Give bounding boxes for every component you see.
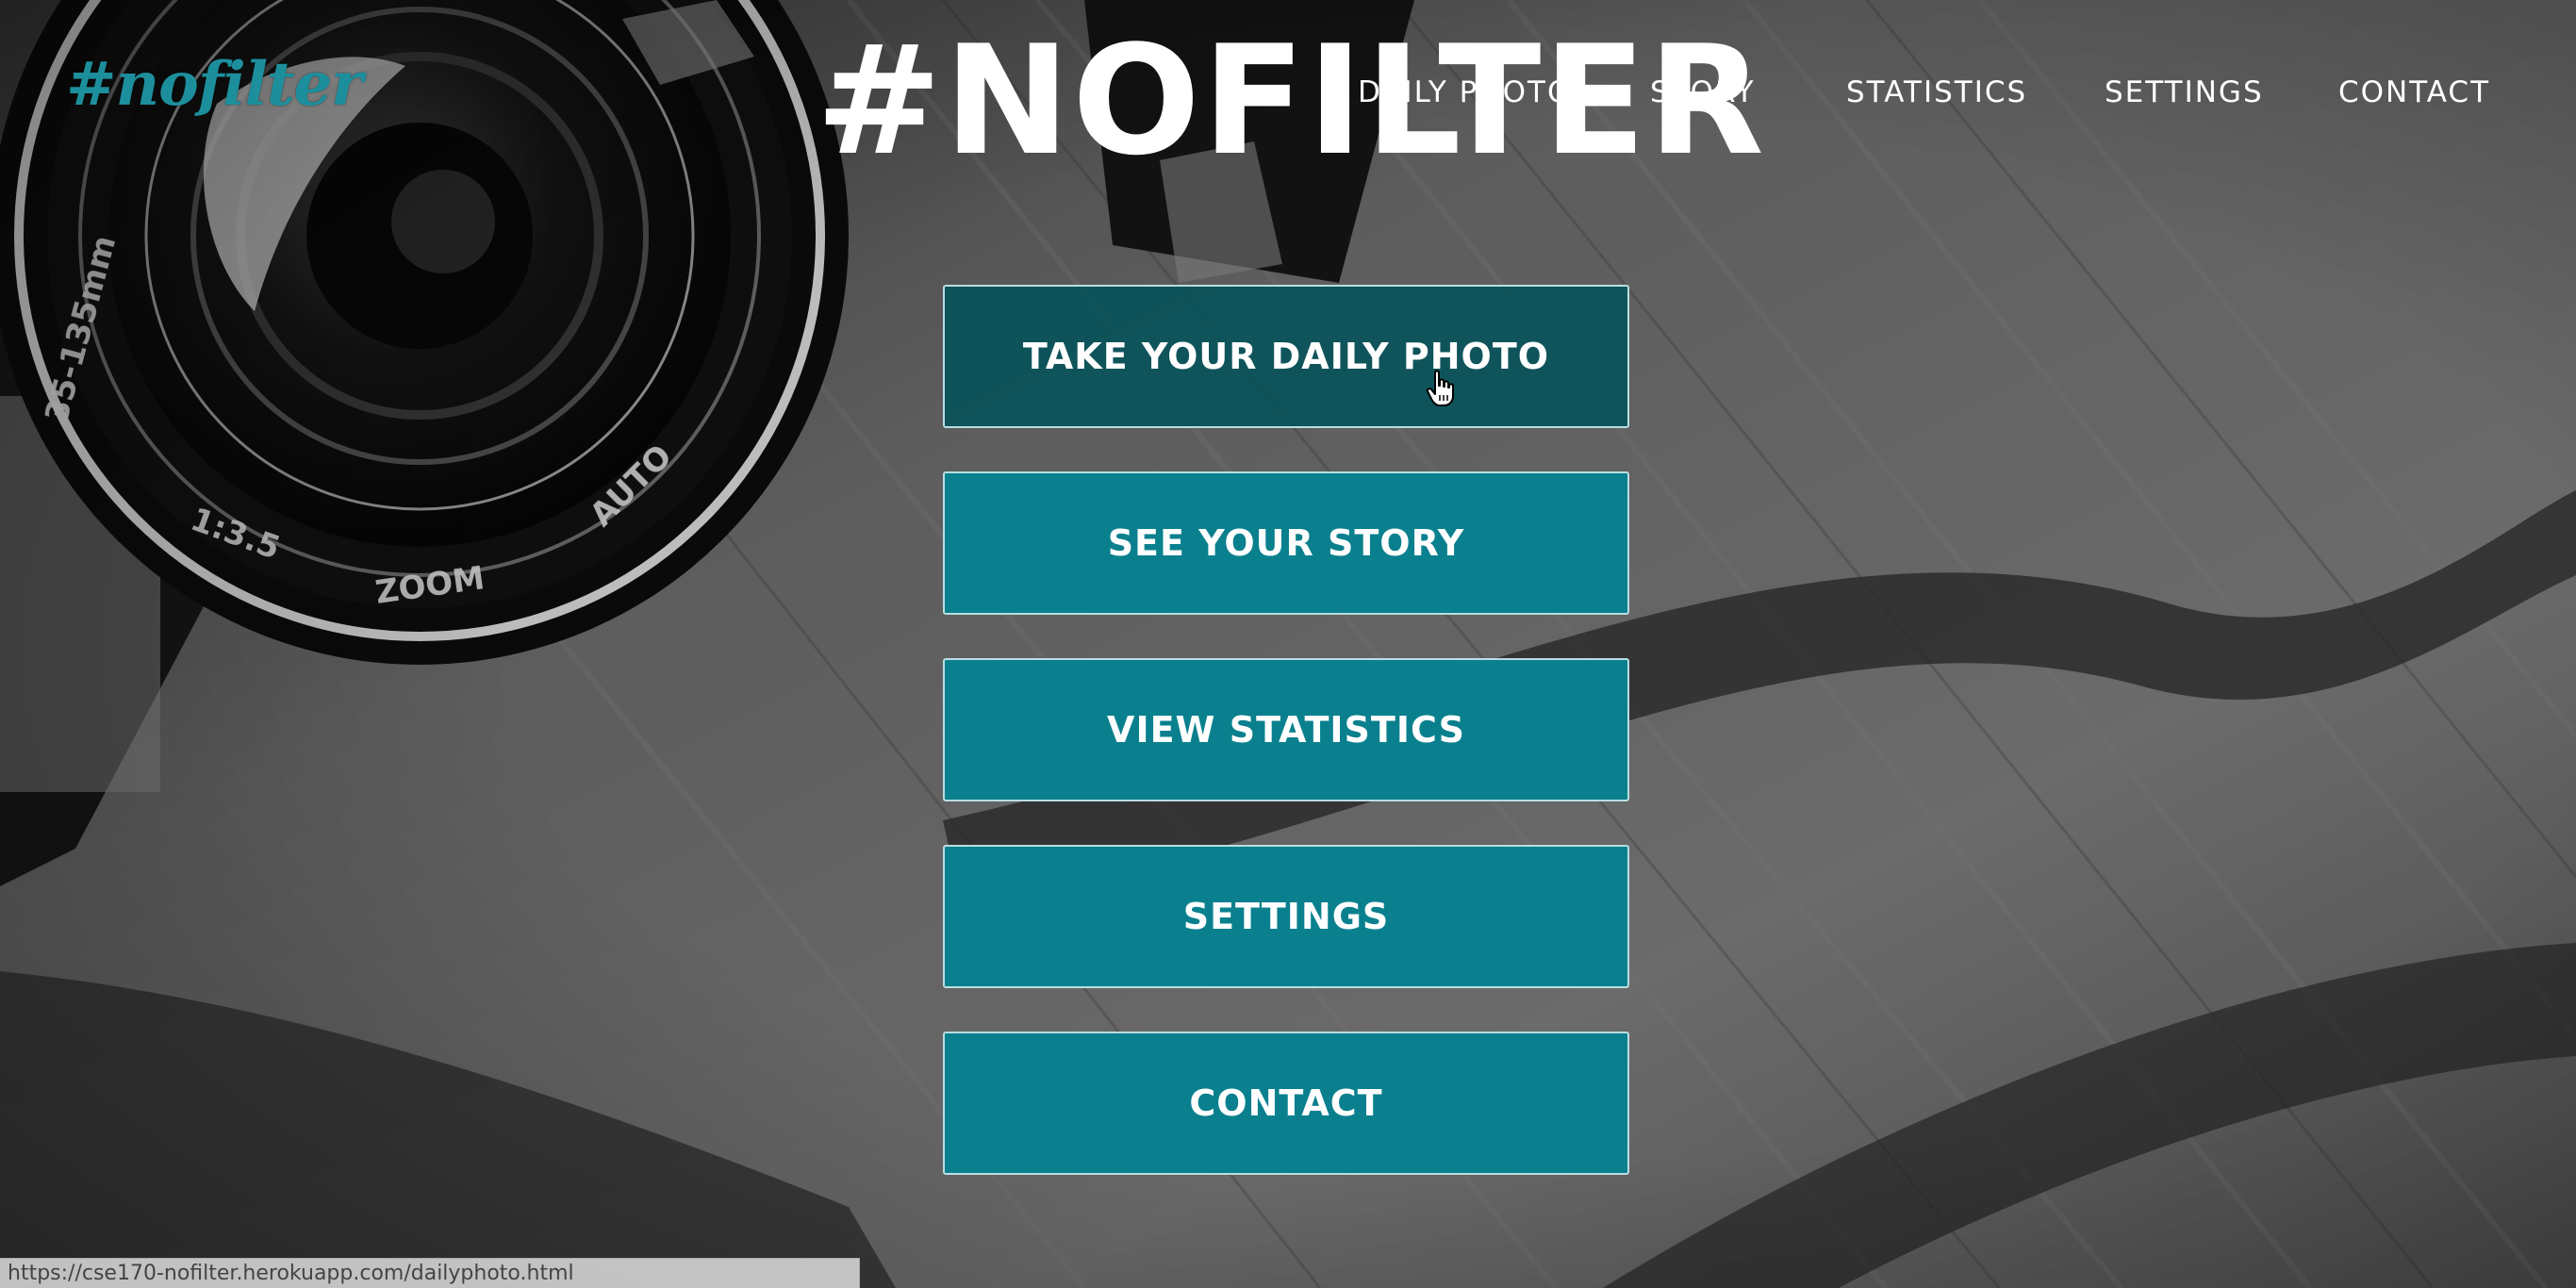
nav-contact[interactable]: CONTACT <box>2338 72 2490 113</box>
browser-status-bar: https://cse170-nofilter.herokuapp.com/da… <box>0 1258 860 1288</box>
contact-button[interactable]: CONTACT <box>943 1032 1629 1175</box>
main-menu: TAKE YOUR DAILY PHOTO SEE YOUR STORY VIE… <box>943 285 1629 1218</box>
take-daily-photo-button[interactable]: TAKE YOUR DAILY PHOTO <box>943 285 1629 428</box>
page-title: #NOFILTER <box>816 12 1766 189</box>
see-story-button[interactable]: SEE YOUR STORY <box>943 471 1629 615</box>
page: 35-135mm 1:3.5 ZOOM AUTO #nofilter DAILY… <box>0 0 2576 1288</box>
nav-settings[interactable]: SETTINGS <box>2105 72 2264 113</box>
view-statistics-button[interactable]: VIEW STATISTICS <box>943 658 1629 801</box>
nav-statistics[interactable]: STATISTICS <box>1846 72 2027 113</box>
hand-pointer-icon <box>1426 370 1454 406</box>
settings-button[interactable]: SETTINGS <box>943 845 1629 988</box>
logo[interactable]: #nofilter <box>66 49 363 120</box>
